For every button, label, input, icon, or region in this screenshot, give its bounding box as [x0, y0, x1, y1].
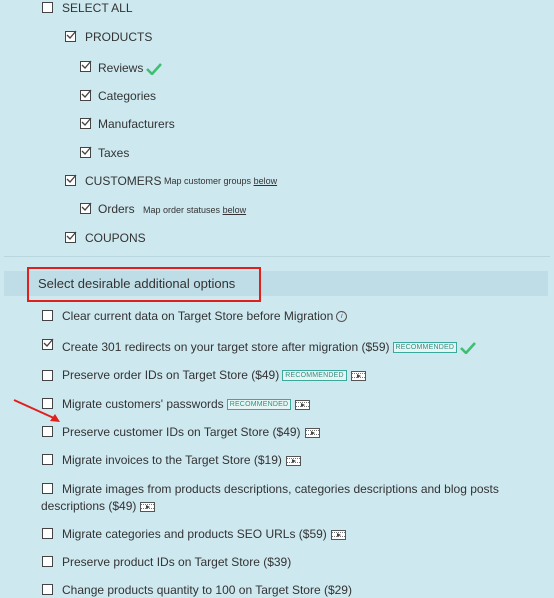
orders-note-text: Map order statuses — [143, 205, 221, 215]
coupons-label: COUPONS — [85, 231, 146, 245]
manufacturers-checkbox[interactable] — [80, 117, 92, 129]
green-check-icon — [146, 62, 163, 75]
products-label: PRODUCTS — [85, 30, 153, 44]
red-arrow-icon — [13, 399, 60, 422]
reviews-label: Reviews — [98, 61, 163, 75]
option-checkbox-quantity[interactable] — [42, 584, 53, 595]
option-text: Preserve customer IDs on Target Store ($… — [62, 425, 301, 439]
option-checkbox-clear-data[interactable] — [42, 310, 53, 321]
customers-note: Map customer groups below — [164, 176, 277, 187]
option-label-seo-urls: Migrate categories and products SEO URLs… — [62, 527, 346, 541]
option-label-invoices: Migrate invoices to the Target Store ($1… — [62, 453, 301, 467]
products-checkbox[interactable] — [65, 30, 77, 42]
manufacturers-label: Manufacturers — [98, 117, 175, 131]
video-icon[interactable] — [285, 455, 301, 466]
orders-label: Orders — [98, 202, 135, 216]
option-label-order-ids: Preserve order IDs on Target Store ($49)… — [62, 368, 366, 382]
option-checkbox-301-redirects[interactable] — [42, 338, 54, 350]
option-checkbox-seo-urls[interactable] — [42, 528, 53, 539]
recommended-badge: RECOMMENDED — [392, 342, 458, 354]
option-text: Preserve order IDs on Target Store ($49) — [62, 368, 280, 382]
categories-label: Categories — [98, 89, 157, 103]
taxes-label: Taxes — [98, 146, 130, 160]
customers-label: CUSTOMERS — [85, 174, 162, 188]
option-label-passwords: Migrate customers' passwords RECOMMENDED — [62, 397, 311, 411]
option-label-customer-ids: Preserve customer IDs on Target Store ($… — [62, 425, 320, 439]
option-checkbox-customer-ids[interactable] — [42, 426, 53, 437]
option-label-images-line2: descriptions ($49) — [41, 499, 156, 513]
checkmark-icon — [66, 231, 77, 240]
select-all-label: SELECT ALL — [62, 1, 133, 15]
customers-below-link[interactable]: below — [254, 176, 278, 186]
checkmark-icon — [66, 174, 77, 183]
recommended-badge: RECOMMENDED — [282, 370, 347, 382]
divider — [4, 256, 550, 257]
coupons-checkbox[interactable] — [65, 231, 77, 243]
categories-checkbox[interactable] — [80, 89, 92, 101]
orders-checkbox[interactable] — [80, 202, 92, 214]
option-checkbox-product-ids[interactable] — [42, 556, 53, 567]
orders-note: Map order statuses below — [143, 205, 246, 216]
option-text: Migrate categories and products SEO URLs… — [62, 527, 327, 541]
option-text: Clear current data on Target Store befor… — [62, 309, 334, 323]
checkmark-icon — [81, 202, 92, 211]
reviews-checkbox[interactable] — [80, 60, 92, 72]
option-label-product-ids: Preserve product IDs on Target Store ($3… — [62, 555, 292, 569]
option-label-301-redirects: Create 301 redirects on your target stor… — [62, 340, 477, 354]
checkmark-icon — [81, 89, 92, 98]
options-section-title: Select desirable additional options — [38, 276, 236, 291]
video-icon[interactable] — [350, 370, 366, 381]
video-icon[interactable] — [140, 501, 156, 512]
option-text: Create 301 redirects on your target stor… — [62, 340, 390, 354]
green-check-icon — [460, 341, 477, 354]
option-text: descriptions ($49) — [41, 499, 137, 513]
option-checkbox-passwords[interactable] — [42, 398, 53, 409]
option-checkbox-invoices[interactable] — [42, 454, 53, 465]
option-checkbox-order-ids[interactable] — [42, 370, 53, 381]
customers-note-text: Map customer groups — [164, 176, 252, 186]
option-text: Migrate customers' passwords — [62, 397, 224, 411]
orders-below-link[interactable]: below — [223, 205, 247, 215]
checkmark-icon — [66, 30, 77, 39]
video-icon[interactable] — [295, 399, 311, 410]
recommended-badge: RECOMMENDED — [226, 399, 292, 411]
checkmark-icon — [81, 146, 92, 155]
checkmark-icon — [43, 338, 54, 347]
option-checkbox-images[interactable] — [42, 483, 53, 494]
checkmark-icon — [81, 117, 92, 126]
option-label-clear-data: Clear current data on Target Store befor… — [62, 309, 348, 323]
video-icon[interactable] — [330, 529, 346, 540]
taxes-checkbox[interactable] — [80, 146, 92, 158]
video-icon[interactable] — [304, 427, 320, 438]
customers-checkbox[interactable] — [65, 174, 77, 186]
checkmark-icon — [81, 60, 92, 69]
option-label-images: Migrate images from products description… — [62, 482, 499, 496]
reviews-text: Reviews — [98, 61, 144, 75]
select-all-checkbox[interactable] — [42, 2, 53, 13]
option-label-quantity: Change products quantity to 100 on Targe… — [62, 583, 352, 597]
option-text: Migrate invoices to the Target Store ($1… — [62, 453, 282, 467]
info-icon[interactable]: i — [336, 311, 348, 323]
